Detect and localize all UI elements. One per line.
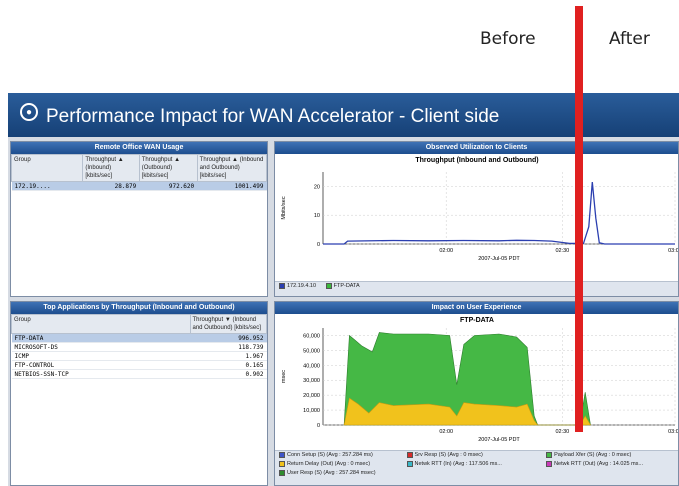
x-tick-label: 02:30	[555, 429, 569, 435]
legend-item: Netwk RTT (Out) (Avg : 14.025 ms...	[546, 461, 643, 467]
x-tick-label: 02:30	[555, 248, 569, 254]
legend-item: Return Delay (Out) (Avg : 0 msec)	[279, 461, 397, 467]
legend-label: User Resp (S) (Avg : 257.284 msec)	[287, 470, 376, 476]
table-cell: MICROSOFT-DS	[11, 342, 190, 352]
legend-label: FTP-DATA	[333, 283, 360, 289]
legend-swatch	[325, 283, 332, 289]
y-tick-label: 20,000	[303, 393, 320, 399]
column-header[interactable]: Throughput ▲ (Outbound) [kbits/sec]	[138, 154, 198, 182]
table-row[interactable]: NETBIOS-SSN-TCP 0.902	[11, 369, 267, 379]
chart-title: Throughput (Inbound and Outbound)	[415, 157, 538, 164]
legend-label: Netwk RTT (Out) (Avg : 14.025 ms...	[554, 461, 644, 467]
table-row[interactable]: FTP-DATA 996.952	[11, 333, 267, 343]
legend-label: Payload Xfer (S) (Avg : 0 msec)	[554, 452, 632, 458]
y-tick-label: 10,000	[303, 408, 320, 414]
table-cell: 172.19....	[11, 181, 83, 191]
legend-item: Payload Xfer (S) (Avg : 0 msec)	[546, 452, 631, 458]
x-tick-label: 03:00	[668, 429, 679, 435]
column-header[interactable]: Throughput ▲ (Inbound and Outbound) [kbi…	[196, 154, 267, 182]
legend-swatch	[406, 461, 413, 467]
table-row[interactable]: ICMP 1.967	[11, 351, 267, 361]
y-axis-label: Mbits/sec	[281, 196, 287, 219]
table-cell: 0.165	[190, 360, 267, 370]
table-cell: FTP-DATA	[11, 333, 190, 343]
y-tick-label: 50,000	[303, 348, 320, 354]
legend-label: Return Delay (Out) (Avg : 0 msec)	[287, 461, 371, 467]
table-cell: 28.879	[82, 181, 140, 191]
column-header[interactable]: Throughput ▼ (Inbound and Outbound) [kbi…	[189, 314, 267, 334]
table-cell: 1.967	[190, 351, 267, 361]
utilization-title: Observed Utilization to Clients	[275, 142, 678, 154]
wan-usage-panel: Remote Office WAN Usage Group Throughput…	[10, 141, 268, 297]
experience-chart: FTP-DATA 0 10,000 20,000 30,000 40,000 50,000 6…	[281, 317, 679, 443]
table-cell: 996.952	[190, 333, 267, 343]
before-label: Before	[480, 29, 536, 49]
x-tick-label: 02:00	[439, 248, 453, 254]
legend-item: Conn Setup (S) (Avg : 257.284 ms)	[279, 452, 397, 458]
table-cell: ICMP	[11, 351, 190, 361]
table-cell: FTP-CONTROL	[11, 360, 190, 370]
legend-label: Srv Resp (S) (Avg : 0 msec)	[414, 452, 483, 458]
legend-item: Srv Resp (S) (Avg : 0 msec)	[406, 452, 537, 458]
legend-swatch	[406, 452, 413, 458]
x-axis-label: 2007-Jul-05 PDT	[478, 256, 520, 262]
before-after-divider	[575, 6, 583, 432]
table-row[interactable]: 172.19.... 28.879 972.620 1001.499	[11, 181, 267, 191]
legend-item: User Resp (S) (Avg : 257.284 msec)	[279, 470, 376, 476]
after-label: After	[609, 29, 650, 49]
table-cell: NETBIOS-SSN-TCP	[11, 369, 190, 379]
y-axis-label: msec	[281, 370, 287, 383]
top-apps-panel: Top Applications by Throughput (Inbound …	[10, 301, 268, 486]
legend-swatch	[279, 283, 285, 289]
table-cell: 1001.499	[197, 181, 267, 191]
y-tick-label: 20	[314, 184, 320, 190]
y-tick-label: 60,000	[303, 333, 320, 339]
column-header[interactable]: Throughput ▲ (Inbound) [kbits/sec]	[82, 154, 140, 182]
table-row[interactable]: MICROSOFT-DS 118.739	[11, 342, 267, 352]
chart-title: FTP-DATA	[460, 317, 494, 324]
app-logo-icon: ●	[20, 103, 38, 121]
legend-item: FTP-DATA	[325, 283, 360, 289]
legend-label: Netwk RTT (In) (Avg : 117.506 ms...	[414, 461, 502, 467]
y-tick-label: 0	[317, 423, 320, 429]
y-tick-label: 10	[314, 213, 320, 219]
table-cell: 118.739	[190, 342, 267, 352]
top-apps-table: Group Throughput ▼ (Inbound and Outbound…	[11, 314, 267, 379]
experience-title: Impact on User Experience	[275, 302, 678, 314]
table-cell: 0.902	[190, 369, 267, 379]
top-apps-title: Top Applications by Throughput (Inbound …	[11, 302, 267, 314]
wan-usage-title: Remote Office WAN Usage	[11, 142, 267, 154]
experience-legend: Conn Setup (S) (Avg : 257.284 ms) Srv Re…	[275, 450, 678, 485]
table-row[interactable]: FTP-CONTROL 0.165	[11, 360, 267, 370]
legend-swatch	[279, 470, 285, 476]
y-tick-label: 40,000	[303, 363, 320, 369]
legend-item: 172.19.4.10	[279, 283, 316, 289]
legend-swatch	[546, 461, 553, 467]
table-cell: 972.620	[139, 181, 198, 191]
legend-label: 172.19.4.10	[287, 283, 317, 289]
column-header[interactable]: Group	[11, 314, 191, 334]
x-tick-label: 03:00	[668, 248, 679, 254]
experience-panel: Impact on User Experience FTP-DATA 0 10,00…	[274, 301, 679, 486]
y-tick-label: 30,000	[303, 378, 320, 384]
utilization-legend: 172.19.4.10 FTP-DATA	[275, 281, 678, 296]
utilization-panel: Observed Utilization to Clients Throughp…	[274, 141, 679, 297]
wan-usage-table: Group Throughput ▲ (Inbound) [kbits/sec]…	[11, 154, 267, 191]
x-axis-label: 2007-Jul-05 PDT	[478, 437, 520, 443]
legend-swatch	[279, 461, 285, 467]
column-header[interactable]: Group	[11, 154, 84, 182]
y-tick-label: 0	[317, 242, 320, 248]
page-title: Performance Impact for WAN Accelerator -…	[46, 106, 500, 127]
legend-label: Conn Setup (S) (Avg : 257.284 ms)	[287, 452, 373, 458]
utilization-chart: Throughput (Inbound and Outbound) 0 10 20 02…	[281, 157, 679, 262]
series-line	[323, 182, 675, 245]
x-tick-label: 02:00	[439, 429, 453, 435]
legend-swatch	[279, 452, 285, 458]
legend-item: Netwk RTT (In) (Avg : 117.506 ms...	[406, 461, 537, 467]
legend-swatch	[546, 452, 553, 458]
